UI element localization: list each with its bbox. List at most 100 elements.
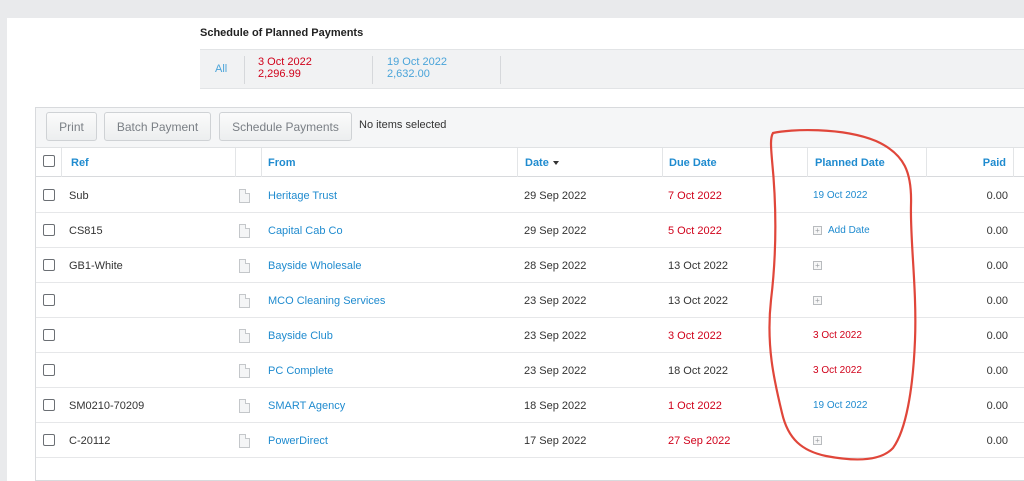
row-planned-date[interactable]: 19 Oct 2022: [813, 178, 867, 213]
row-planned-date[interactable]: +: [813, 248, 828, 283]
row-planned-date[interactable]: + Add Date: [813, 213, 870, 248]
schedule-title: Schedule of Planned Payments: [200, 27, 364, 39]
row-paid: 0.00: [986, 434, 1008, 447]
table-row[interactable]: SM0210-70209 SMART Agency 18 Sep 2022 1 …: [36, 388, 1024, 423]
row-paid: 0.00: [986, 329, 1008, 342]
schedule-item-amount: 2,632.00: [387, 68, 430, 80]
row-planned-date[interactable]: 3 Oct 2022: [813, 318, 862, 353]
row-checkbox[interactable]: [43, 434, 55, 446]
row-checkbox[interactable]: [43, 329, 55, 341]
row-due-date: 13 Oct 2022: [668, 294, 728, 307]
column-planned-date[interactable]: Planned Date: [815, 148, 885, 177]
table-row[interactable]: MCO Cleaning Services 23 Sep 2022 13 Oct…: [36, 283, 1024, 318]
sort-descending-icon: [552, 160, 559, 165]
row-date: 28 Sep 2022: [524, 259, 587, 272]
row-due-date: 18 Oct 2022: [668, 364, 728, 377]
column-due-date[interactable]: Due Date: [669, 148, 717, 177]
row-from-link[interactable]: Bayside Wholesale: [268, 248, 362, 283]
row-date: 17 Sep 2022: [524, 434, 587, 447]
document-icon[interactable]: [239, 294, 250, 308]
document-icon[interactable]: [239, 329, 250, 343]
column-from[interactable]: From: [268, 148, 296, 177]
row-checkbox[interactable]: [43, 294, 55, 306]
column-paid[interactable]: Paid: [926, 148, 1006, 177]
plus-icon[interactable]: +: [813, 296, 822, 305]
row-date: 29 Sep 2022: [524, 224, 587, 237]
column-date[interactable]: Date: [525, 148, 559, 177]
row-from-link[interactable]: PC Complete: [268, 353, 333, 388]
planned-date-link[interactable]: 3 Oct 2022: [813, 365, 862, 376]
planned-date-link[interactable]: 19 Oct 2022: [813, 400, 867, 411]
row-checkbox[interactable]: [43, 224, 55, 236]
planned-date-link[interactable]: 19 Oct 2022: [813, 190, 867, 201]
row-due-date: 3 Oct 2022: [668, 329, 722, 342]
row-planned-date[interactable]: 3 Oct 2022: [813, 353, 862, 388]
row-ref: GB1-White: [69, 259, 123, 272]
schedule-item-3-oct[interactable]: 3 Oct 2022 2,296.99: [258, 56, 312, 80]
table-row[interactable]: GB1-White Bayside Wholesale 28 Sep 2022 …: [36, 248, 1024, 283]
batch-payment-button[interactable]: Batch Payment: [104, 112, 211, 141]
schedule-filter-all[interactable]: All: [215, 63, 227, 75]
column-divider: [61, 148, 62, 177]
row-due-date: 13 Oct 2022: [668, 259, 728, 272]
row-due-date: 7 Oct 2022: [668, 189, 722, 202]
document-icon[interactable]: [239, 224, 250, 238]
column-ref[interactable]: Ref: [71, 148, 89, 177]
row-ref: CS815: [69, 224, 103, 237]
row-ref: SM0210-70209: [69, 399, 145, 412]
row-date: 23 Sep 2022: [524, 364, 587, 377]
row-from-link[interactable]: PowerDirect: [268, 423, 328, 458]
row-paid: 0.00: [986, 189, 1008, 202]
row-ref: Sub: [69, 189, 89, 202]
print-button[interactable]: Print: [46, 112, 97, 141]
table-row[interactable]: C-20112 PowerDirect 17 Sep 2022 27 Sep 2…: [36, 423, 1024, 458]
schedule-item-19-oct[interactable]: 19 Oct 2022 2,632.00: [387, 56, 447, 80]
selection-status: No items selected: [359, 119, 447, 131]
schedule-item-date: 19 Oct 2022: [387, 56, 447, 68]
column-divider: [662, 148, 663, 177]
plus-icon[interactable]: +: [813, 261, 822, 270]
table-row[interactable]: CS815 Capital Cab Co 29 Sep 2022 5 Oct 2…: [36, 213, 1024, 248]
column-divider: [517, 148, 518, 177]
schedule-bar: All 3 Oct 2022 2,296.99 19 Oct 2022 2,63…: [200, 49, 1024, 89]
row-checkbox[interactable]: [43, 259, 55, 271]
row-from-link[interactable]: Capital Cab Co: [268, 213, 343, 248]
row-paid: 0.00: [986, 259, 1008, 272]
column-divider: [261, 148, 262, 177]
row-due-date: 1 Oct 2022: [668, 399, 722, 412]
document-icon[interactable]: [239, 364, 250, 378]
row-from-link[interactable]: Bayside Club: [268, 318, 333, 353]
row-from-link[interactable]: MCO Cleaning Services: [268, 283, 385, 318]
schedule-payments-button[interactable]: Schedule Payments: [219, 112, 352, 141]
row-paid: 0.00: [986, 224, 1008, 237]
schedule-item-date: 3 Oct 2022: [258, 56, 312, 68]
table-row[interactable]: Sub Heritage Trust 29 Sep 2022 7 Oct 202…: [36, 178, 1024, 213]
table-row[interactable]: PC Complete 23 Sep 2022 18 Oct 2022 3 Oc…: [36, 353, 1024, 388]
row-date: 29 Sep 2022: [524, 189, 587, 202]
document-icon[interactable]: [239, 189, 250, 203]
row-from-link[interactable]: SMART Agency: [268, 388, 345, 423]
plus-icon[interactable]: +: [813, 436, 822, 445]
table-row[interactable]: Bayside Club 23 Sep 2022 3 Oct 2022 3 Oc…: [36, 318, 1024, 353]
row-checkbox[interactable]: [43, 399, 55, 411]
row-planned-date[interactable]: +: [813, 423, 828, 458]
row-planned-date[interactable]: +: [813, 283, 828, 318]
row-ref: C-20112: [69, 434, 111, 447]
row-from-link[interactable]: Heritage Trust: [268, 178, 337, 213]
row-date: 23 Sep 2022: [524, 294, 587, 307]
row-paid: 0.00: [986, 364, 1008, 377]
row-planned-date[interactable]: 19 Oct 2022: [813, 388, 867, 423]
row-paid: 0.00: [986, 294, 1008, 307]
document-icon[interactable]: [239, 434, 250, 448]
row-due-date: 27 Sep 2022: [668, 434, 731, 447]
row-checkbox[interactable]: [43, 364, 55, 376]
select-all-checkbox[interactable]: [43, 155, 55, 167]
document-icon[interactable]: [239, 399, 250, 413]
table-header: Ref From Date Due Date Planned Date Paid: [36, 148, 1024, 177]
row-checkbox[interactable]: [43, 189, 55, 201]
document-icon[interactable]: [239, 259, 250, 273]
column-divider: [1013, 148, 1014, 177]
schedule-item-amount: 2,296.99: [258, 68, 301, 80]
planned-date-link[interactable]: 3 Oct 2022: [813, 330, 862, 341]
add-date-link[interactable]: Add Date: [828, 225, 870, 236]
